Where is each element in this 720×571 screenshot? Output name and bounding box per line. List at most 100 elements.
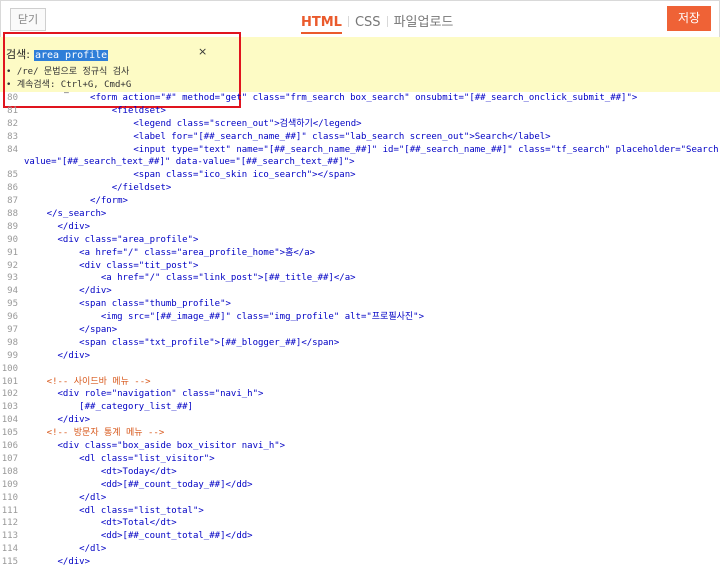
code-text: <span class="thumb_profile"> bbox=[25, 299, 231, 310]
code-text: </div> bbox=[25, 286, 112, 297]
code-line[interactable]: 97 </span> bbox=[0, 324, 720, 337]
code-line[interactable]: 105 <!-- 방문자 통계 메뉴 --> bbox=[0, 427, 720, 440]
code-line[interactable]: 92 <div class="tit_post"> bbox=[0, 260, 720, 273]
code-line[interactable]: 86 </fieldset> bbox=[0, 182, 720, 195]
code-text: </div> bbox=[25, 350, 91, 361]
line-number: 89 bbox=[7, 221, 18, 232]
code-line[interactable]: 94 </div> bbox=[0, 285, 720, 298]
code-text: <dl class="list_total"> bbox=[25, 505, 204, 516]
code-editor[interactable]: 80 <form action="#" method="get" class="… bbox=[0, 92, 720, 571]
line-number: 96 bbox=[7, 312, 18, 323]
close-button[interactable]: 닫기 bbox=[10, 8, 46, 31]
tab-html[interactable]: HTML bbox=[301, 14, 342, 34]
code-line[interactable]: 88 </s_search> bbox=[0, 208, 720, 221]
code-text: <dt>Total</dt> bbox=[25, 518, 177, 529]
code-line[interactable]: 111 <dl class="list_total"> bbox=[0, 505, 720, 518]
line-number: 115 bbox=[1, 557, 18, 568]
line-number: 100 bbox=[1, 363, 18, 374]
line-number: 107 bbox=[1, 453, 18, 464]
tab-divider bbox=[386, 16, 388, 27]
code-line[interactable]: 110 </dl> bbox=[0, 492, 720, 505]
code-line[interactable]: 101 <!-- 사이드바 메뉴 --> bbox=[0, 376, 720, 389]
line-number: 105 bbox=[1, 428, 18, 439]
line-number: 114 bbox=[1, 544, 18, 555]
code-text: <!-- 사이드바 메뉴 --> bbox=[25, 376, 151, 387]
code-line[interactable]: 82 <legend class="screen_out">검색하기</lege… bbox=[0, 118, 720, 131]
code-text: <label for="[##_search_name_##]" class="… bbox=[25, 131, 551, 142]
code-text: </div> bbox=[25, 415, 91, 426]
code-text: <span class="txt_profile">[##_blogger_##… bbox=[25, 337, 340, 348]
tab-file-upload[interactable]: 파일업로드 bbox=[394, 14, 454, 32]
line-number: 85 bbox=[7, 170, 18, 181]
code-line[interactable]: 109 <dd>[##_count_today_##]</dd> bbox=[0, 479, 720, 492]
save-button[interactable]: 저장 bbox=[667, 6, 711, 31]
code-text: <input type="text" name="[##_search_name… bbox=[25, 144, 720, 155]
code-text: <legend class="screen_out">검색하기</legend> bbox=[25, 118, 362, 129]
code-line[interactable]: 106 <div class="box_aside box_visitor na… bbox=[0, 440, 720, 453]
tab-css[interactable]: CSS bbox=[355, 14, 381, 32]
code-text: <!-- 방문자 통계 메뉴 --> bbox=[25, 428, 165, 439]
code-text: </span> bbox=[25, 325, 118, 336]
line-number: 103 bbox=[1, 402, 18, 413]
code-line[interactable]: 87 </form> bbox=[0, 195, 720, 208]
code-line[interactable]: 96 <img src="[##_image_##]" class="img_p… bbox=[0, 311, 720, 324]
line-number: 110 bbox=[1, 492, 18, 503]
code-line[interactable]: 91 <a href="/" class="area_profile_home"… bbox=[0, 247, 720, 260]
line-number: 104 bbox=[1, 415, 18, 426]
code-line[interactable]: 84 <input type="text" name="[##_search_n… bbox=[0, 144, 720, 157]
code-line[interactable]: 80 <form action="#" method="get" class="… bbox=[0, 92, 720, 105]
code-line[interactable]: 115 </div> bbox=[0, 556, 720, 569]
code-line[interactable]: 103 [##_category_list_##] bbox=[0, 401, 720, 414]
code-line[interactable]: 108 <dt>Today</dt> bbox=[0, 466, 720, 479]
code-line[interactable]: value="[##_search_text_##]" data-value="… bbox=[0, 156, 720, 169]
code-text: <dd>[##_count_total_##]</dd> bbox=[25, 531, 253, 542]
code-text: <dt>Today</dt> bbox=[25, 466, 177, 477]
line-number: 88 bbox=[7, 209, 18, 220]
line-number: 99 bbox=[7, 350, 18, 361]
code-text: </s_search> bbox=[25, 209, 107, 220]
code-text: <div class="tit_post"> bbox=[25, 260, 199, 271]
line-number: 93 bbox=[7, 273, 18, 284]
code-text: </dl> bbox=[25, 492, 107, 503]
code-text: </div> bbox=[25, 557, 91, 568]
code-line[interactable]: 112 <dt>Total</dt> bbox=[0, 517, 720, 530]
code-line[interactable]: 85 <span class="ico_skin ico_search"></s… bbox=[0, 169, 720, 182]
code-line[interactable]: 81 <fieldset> bbox=[0, 105, 720, 118]
code-line[interactable]: 100 bbox=[0, 363, 720, 376]
code-text: </fieldset> bbox=[25, 183, 172, 194]
line-number: 95 bbox=[7, 299, 18, 310]
line-number: 82 bbox=[7, 118, 18, 129]
line-number: 90 bbox=[7, 234, 18, 245]
code-line[interactable]: 107 <dl class="list_visitor"> bbox=[0, 453, 720, 466]
line-number: 106 bbox=[1, 441, 18, 452]
line-number: 91 bbox=[7, 247, 18, 258]
line-number: 98 bbox=[7, 337, 18, 348]
code-line[interactable]: 113 <dd>[##_count_total_##]</dd> bbox=[0, 530, 720, 543]
line-number: 111 bbox=[1, 505, 18, 516]
code-text: <dd>[##_count_today_##]</dd> bbox=[25, 479, 253, 490]
code-text: <form action="#" method="get" class="frm… bbox=[25, 93, 638, 103]
code-line[interactable]: 83 <label for="[##_search_name_##]" clas… bbox=[0, 131, 720, 144]
code-line[interactable]: 104 </div> bbox=[0, 414, 720, 427]
code-line[interactable]: 90 <div class="area_profile"> bbox=[0, 234, 720, 247]
editor-tabs: HTML CSS 파일업로드 bbox=[301, 11, 454, 34]
code-text: <dl class="list_visitor"> bbox=[25, 453, 215, 464]
code-text: <div role="navigation" class="navi_h"> bbox=[25, 389, 264, 400]
code-line[interactable]: 102 <div role="navigation" class="navi_h… bbox=[0, 388, 720, 401]
code-text: <fieldset> bbox=[25, 105, 166, 116]
line-number: 80 bbox=[7, 93, 18, 103]
line-number: 109 bbox=[1, 479, 18, 490]
code-line[interactable]: 98 <span class="txt_profile">[##_blogger… bbox=[0, 337, 720, 350]
code-line[interactable]: 89 </div> bbox=[0, 221, 720, 234]
code-line[interactable]: 114 </dl> bbox=[0, 543, 720, 556]
line-number: 87 bbox=[7, 196, 18, 207]
line-number: 86 bbox=[7, 183, 18, 194]
code-text: <img src="[##_image_##]" class="img_prof… bbox=[25, 312, 425, 323]
code-line[interactable]: 93 <a href="/" class="link_post">[##_tit… bbox=[0, 272, 720, 285]
code-text: <div class="area_profile"> bbox=[25, 234, 199, 245]
code-text: <span class="ico_skin ico_search"></span… bbox=[25, 170, 356, 181]
code-line[interactable]: 99 </div> bbox=[0, 350, 720, 363]
code-line[interactable]: 95 <span class="thumb_profile"> bbox=[0, 298, 720, 311]
line-number: 97 bbox=[7, 325, 18, 336]
code-text: <a href="/" class="area_profile_home">홈<… bbox=[25, 247, 316, 258]
